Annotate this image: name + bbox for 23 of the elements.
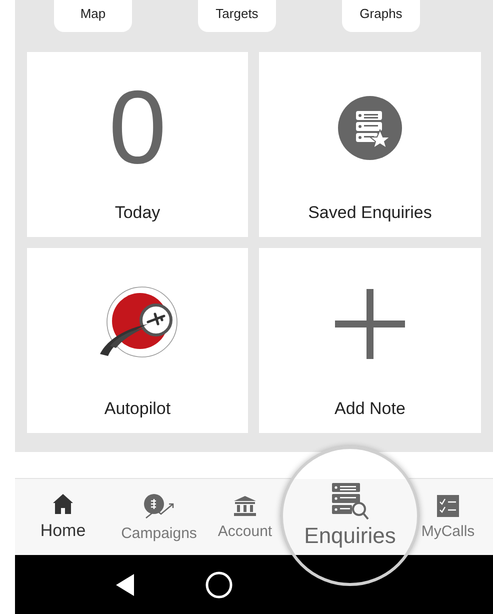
bank-icon: [232, 494, 257, 516]
tile-label: Add Note: [334, 399, 406, 419]
top-tab[interactable]: Graphs: [342, 0, 420, 32]
home-circle-icon: [205, 570, 233, 598]
nav-tab[interactable]: Account: [218, 494, 272, 540]
top-tab[interactable]: Map: [54, 0, 132, 32]
back-icon: [116, 574, 134, 596]
nav-tab[interactable]: Campaigns: [121, 492, 197, 542]
dashboard-tile[interactable]: Autopilot: [27, 248, 248, 433]
tile-label: Today: [114, 203, 160, 223]
dashboard-tile[interactable]: Saved Enquiries: [259, 52, 481, 237]
dashboard-tile[interactable]: Add Note: [259, 248, 481, 433]
nav-tab[interactable]: MyCalls: [421, 494, 475, 540]
tile-label: Saved Enquiries: [308, 203, 432, 223]
tile-label: Autopilot: [104, 399, 171, 419]
plus-icon: [335, 288, 405, 358]
today-count: 0: [108, 76, 166, 180]
list-search-icon: [330, 481, 370, 521]
dollar-trend-icon: [142, 492, 176, 518]
dashboard-tile[interactable]: 0 Today: [27, 52, 248, 237]
home-icon: [52, 493, 74, 515]
checklist-icon: [437, 494, 459, 516]
top-tab[interactable]: Targets: [198, 0, 276, 32]
